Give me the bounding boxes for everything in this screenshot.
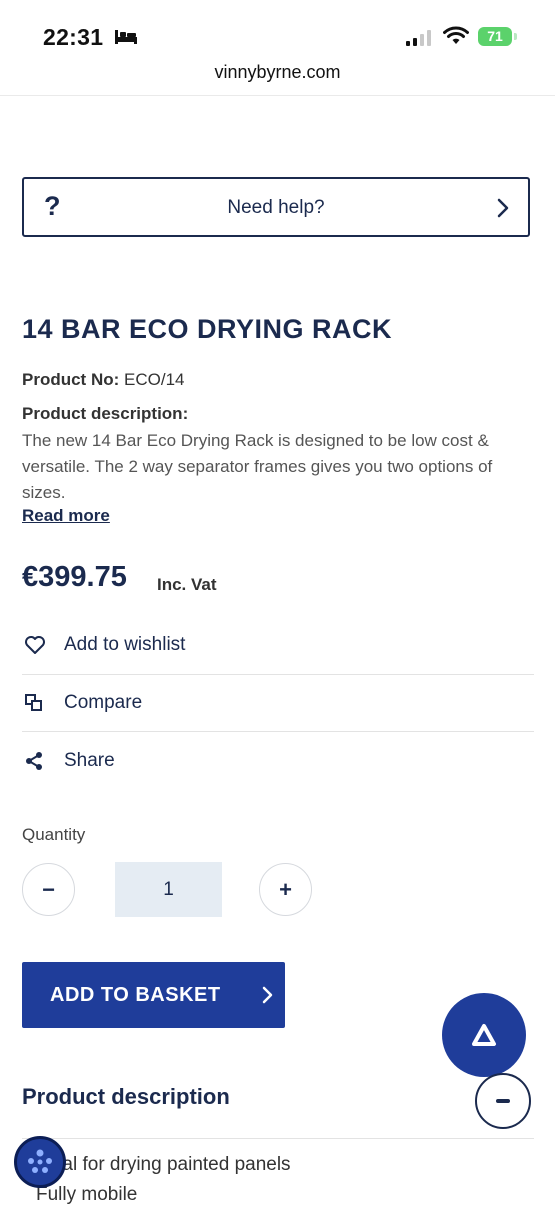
add-to-basket-button[interactable]: ADD TO BASKET [22,962,285,1028]
heart-icon [25,636,45,654]
collapse-section-button[interactable] [475,1073,531,1129]
product-price: €399.75 [22,561,127,593]
browser-url[interactable]: vinnybyrne.com [0,62,555,96]
compare-label: Compare [64,692,143,713]
feature-list: Ideal for drying painted panels Fully mo… [36,1154,291,1214]
chevron-right-icon [497,198,509,218]
need-help-label: Need help? [227,197,325,218]
cellular-signal-icon [406,30,431,46]
product-number: Product No: ECO/14 [22,370,185,390]
quantity-input[interactable]: 1 [115,862,222,917]
battery-icon: 71 [478,27,512,46]
quantity-increase-button[interactable]: + [259,863,312,916]
product-title: 14 BAR ECO DRYING RACK [22,314,393,344]
product-number-label: Product No: [22,370,120,389]
product-description-label: Product description: [22,404,189,423]
need-help-button[interactable]: ? Need help? [22,177,530,237]
status-bar: 22:31 71 [0,0,555,62]
row-divider [22,731,534,732]
add-to-basket-label: ADD TO BASKET [50,984,221,1006]
section-divider [22,1138,534,1139]
product-description-text: The new 14 Bar Eco Drying Rack is design… [22,431,493,502]
wishlist-label: Add to wishlist [64,634,186,655]
product-description-section-title: Product description [22,1084,230,1109]
vat-label: Inc. Vat [157,575,217,594]
quantity-label: Quantity [22,825,86,844]
scroll-to-top-button[interactable] [442,993,526,1077]
compare-icon [25,694,42,711]
triangle-up-icon [472,1024,496,1046]
share-icon [26,752,42,770]
minus-icon [496,1099,510,1103]
read-more-link[interactable]: Read more [22,506,110,526]
sleep-focus-icon [115,30,137,44]
battery-level: 71 [487,28,503,44]
compare-button[interactable]: Compare [22,675,534,733]
add-to-wishlist-button[interactable]: Add to wishlist [22,617,534,675]
accessibility-icon [28,1149,52,1173]
url-divider [0,95,555,96]
list-item: Ideal for drying painted panels [36,1154,291,1175]
battery-tip [514,33,517,40]
list-item: Fully mobile [36,1184,138,1205]
share-label: Share [64,750,115,771]
wifi-icon [443,26,469,44]
share-button[interactable]: Share [22,733,534,791]
chevron-right-icon [262,986,273,1004]
quantity-decrease-button[interactable]: − [22,863,75,916]
product-number-value: ECO/14 [124,370,185,389]
accessibility-widget-button[interactable] [14,1136,66,1188]
status-time: 22:31 [43,24,104,50]
